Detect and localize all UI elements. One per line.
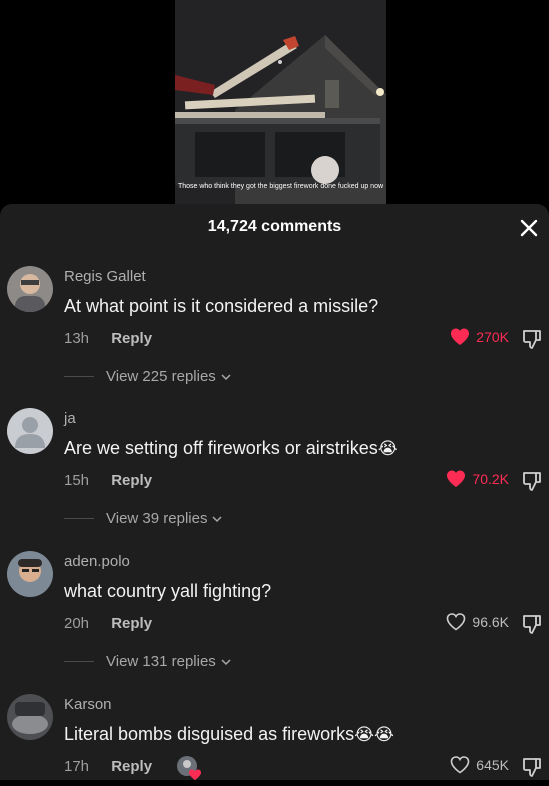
comment-meta: 20h Reply — [64, 615, 152, 632]
like-button[interactable]: 270K — [450, 328, 509, 346]
reply-button[interactable]: Reply — [111, 758, 152, 775]
view-replies-label: View 225 replies — [106, 368, 216, 385]
comment-text: what country yall fighting? — [64, 581, 272, 601]
avatar[interactable] — [7, 551, 53, 597]
comment-meta: 17h Reply — [64, 758, 152, 775]
comment-username[interactable]: Karson — [64, 696, 112, 713]
comment-username[interactable]: Regis Gallet — [64, 268, 146, 285]
creator-liked-badge — [176, 755, 202, 781]
comments-sheet: 14,724 comments Regis Gallet At what poi… — [0, 204, 549, 780]
avatar[interactable] — [7, 694, 53, 740]
like-button[interactable]: 645K — [450, 756, 509, 774]
heart-icon — [451, 328, 470, 345]
view-replies-button[interactable]: View 131 replies — [64, 653, 232, 670]
comment-time: 15h — [64, 472, 90, 489]
video-caption: Those who think they got the biggest fir… — [177, 183, 384, 190]
heart-icon — [447, 613, 466, 631]
crying-emoji: 😭😭 — [354, 725, 394, 744]
reply-button[interactable]: Reply — [111, 615, 152, 632]
video-scene-image — [175, 0, 386, 205]
video-thumbnail[interactable]: Those who think they got the biggest fir… — [175, 0, 386, 205]
avatar[interactable] — [7, 266, 53, 312]
like-count: 645K — [476, 757, 509, 773]
view-replies-button[interactable]: View 39 replies — [64, 510, 223, 527]
replies-divider — [64, 518, 94, 519]
thumbs-down-icon[interactable] — [521, 328, 543, 350]
close-icon[interactable] — [517, 216, 541, 240]
like-count: 96.6K — [472, 614, 509, 630]
comment-text-body: Literal bombs disguised as fireworks — [64, 724, 355, 744]
view-replies-label: View 39 replies — [106, 510, 208, 527]
comment-text: At what point is it considered a missile… — [64, 296, 379, 316]
avatar[interactable] — [7, 408, 53, 454]
view-replies-button[interactable]: View 225 replies — [64, 368, 232, 385]
comment-time: 17h — [64, 758, 90, 775]
thumbs-down-icon[interactable] — [521, 756, 543, 778]
comment-text: Literal bombs disguised as fireworks😭😭 — [64, 724, 394, 745]
chevron-down-icon — [212, 515, 222, 522]
heart-icon — [450, 756, 470, 774]
video-player[interactable]: Those who think they got the biggest fir… — [0, 0, 549, 205]
comment-time: 20h — [64, 615, 90, 632]
like-button[interactable]: 70.2K — [446, 470, 509, 488]
comment-text: Are we setting off fireworks or airstrik… — [64, 438, 398, 459]
thumbs-down-icon[interactable] — [521, 613, 543, 635]
comment-count: 14,724 comments — [207, 218, 342, 235]
comments-header: 14,724 comments — [0, 204, 549, 250]
chevron-down-icon — [221, 658, 231, 665]
comment-time: 13h — [64, 330, 90, 347]
like-count: 270K — [476, 329, 509, 345]
comment-text-body: Are we setting off fireworks or airstrik… — [64, 438, 378, 458]
comment-username[interactable]: ja — [64, 410, 76, 427]
comment-meta: 13h Reply — [64, 330, 152, 347]
thumbs-down-icon[interactable] — [521, 470, 543, 492]
chevron-down-icon — [221, 373, 231, 380]
comment-username[interactable]: aden.polo — [64, 553, 130, 570]
reply-button[interactable]: Reply — [111, 330, 152, 347]
replies-divider — [64, 376, 94, 377]
comment-meta: 15h Reply — [64, 472, 152, 489]
reply-button[interactable]: Reply — [111, 472, 152, 489]
like-count: 70.2K — [472, 471, 509, 487]
view-replies-label: View 131 replies — [106, 653, 216, 670]
heart-icon — [447, 470, 466, 487]
crying-emoji: 😭 — [377, 439, 398, 458]
replies-divider — [64, 661, 94, 662]
like-button[interactable]: 96.6K — [446, 613, 509, 631]
